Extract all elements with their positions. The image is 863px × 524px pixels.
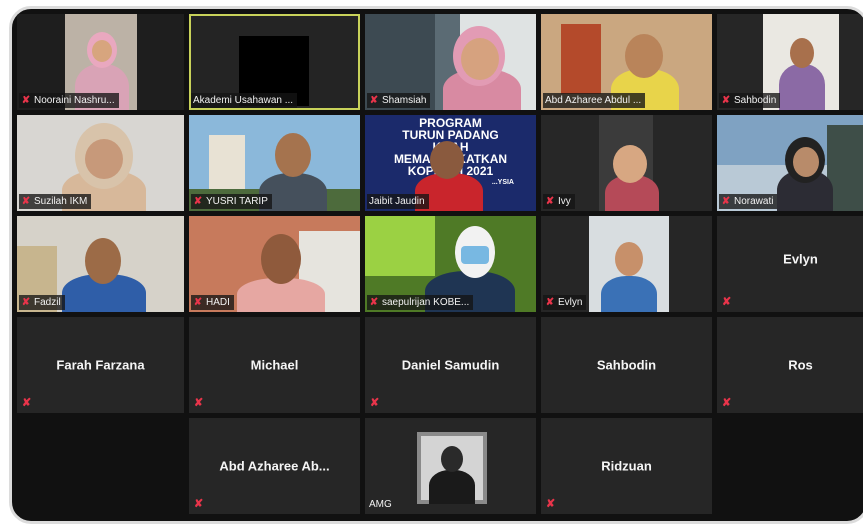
participant-tile[interactable]: ✘ Nooraini Nashru... <box>17 14 184 110</box>
participant-name-label: ✘ Evlyn <box>543 295 587 310</box>
participant-name-label: ✘ Suzilah IKM <box>19 194 92 209</box>
participant-tile-video-off[interactable]: Evlyn ✘ <box>717 216 863 312</box>
participant-tile-video-off[interactable]: Daniel Samudin ✘ <box>365 317 536 413</box>
participant-name-label: ✘ Shamsiah <box>367 93 431 108</box>
microphone-muted-icon: ✘ <box>194 397 204 409</box>
participant-name-label: ✘ Norawati <box>719 194 778 209</box>
participant-name-label: ✘ saepulrijan KOBE... <box>367 295 474 310</box>
participant-tile[interactable]: ✘ Suzilah IKM <box>17 115 184 211</box>
participant-name: Daniel Samudin <box>401 357 500 373</box>
microphone-muted-icon: ✘ <box>722 397 732 409</box>
participant-name-label: Abd Azharee Abdul ... <box>543 93 646 108</box>
microphone-muted-icon: ✘ <box>194 498 204 510</box>
microphone-muted-icon: ✘ <box>193 297 203 308</box>
participant-name: Evlyn <box>783 251 818 267</box>
microphone-muted-icon: ✘ <box>21 196 31 207</box>
participant-name-label: Jaibit Jaudin <box>367 194 429 209</box>
participant-tile[interactable]: ✘ Norawati <box>717 115 863 211</box>
participant-name: Abd Azharee Ab... <box>219 458 330 474</box>
participant-tile[interactable]: ✘ HADI <box>189 216 360 312</box>
microphone-muted-icon: ✘ <box>545 196 555 207</box>
participant-tile-video-off[interactable]: Ridzuan ✘ <box>541 418 712 514</box>
microphone-muted-icon: ✘ <box>722 296 732 308</box>
participant-tile[interactable]: Abd Azharee Abdul ... <box>541 14 712 110</box>
participant-name-label: ✘ Ivy <box>543 194 575 209</box>
microphone-muted-icon: ✘ <box>370 397 380 409</box>
participant-name: Sahbodin <box>596 357 657 373</box>
participant-name: Michael <box>250 357 299 373</box>
microphone-muted-icon: ✘ <box>369 95 379 106</box>
participant-tile[interactable]: ✘ Sahbodin <box>717 14 863 110</box>
microphone-muted-icon: ✘ <box>545 297 555 308</box>
participant-name: Farah Farzana <box>56 357 145 373</box>
participant-tile-video-off[interactable]: Michael ✘ <box>189 317 360 413</box>
participant-name-label: ✘ HADI <box>191 295 234 310</box>
participant-tile-active-speaker[interactable]: Akademi Usahawan ... <box>189 14 360 110</box>
participant-name: Ros <box>788 357 813 373</box>
microphone-muted-icon: ✘ <box>193 196 203 207</box>
participant-tile[interactable]: PROGRAM TURUN PADANG K...AH MEMAS...AKAT… <box>365 115 536 211</box>
participant-tile[interactable]: ✘ Shamsiah <box>365 14 536 110</box>
participant-tile[interactable]: ✘ Ivy <box>541 115 712 211</box>
microphone-muted-icon: ✘ <box>369 297 379 308</box>
participant-name-label: ✘ Fadzil <box>19 295 65 310</box>
participant-name-label: ✘ Sahbodin <box>719 93 781 108</box>
video-gallery: ✘ Nooraini Nashru... Akademi Usahawan ...… <box>9 6 863 524</box>
participant-tile-video-off[interactable]: Farah Farzana ✘ <box>17 317 184 413</box>
participant-tile[interactable]: ✘ YUSRI TARIP <box>189 115 360 211</box>
participant-tile[interactable]: AMG <box>365 418 536 514</box>
participant-tile-video-off[interactable]: Sahbodin <box>541 317 712 413</box>
participant-name-label: Akademi Usahawan ... <box>191 93 298 108</box>
participant-name-label: AMG <box>369 499 392 510</box>
participant-tile[interactable]: ✘ Fadzil <box>17 216 184 312</box>
microphone-muted-icon: ✘ <box>22 397 32 409</box>
participant-tile-video-off[interactable]: Abd Azharee Ab... ✘ <box>189 418 360 514</box>
participant-name-label: ✘ YUSRI TARIP <box>191 194 272 209</box>
participant-tile[interactable]: ✘ saepulrijan KOBE... <box>365 216 536 312</box>
microphone-muted-icon: ✘ <box>546 498 556 510</box>
microphone-muted-icon: ✘ <box>21 95 31 106</box>
microphone-muted-icon: ✘ <box>721 95 731 106</box>
microphone-muted-icon: ✘ <box>21 297 31 308</box>
participant-name: Ridzuan <box>601 458 652 474</box>
participant-tile[interactable]: ✘ Evlyn <box>541 216 712 312</box>
participant-name-label: ✘ Nooraini Nashru... <box>19 93 119 108</box>
microphone-muted-icon: ✘ <box>721 196 731 207</box>
participant-tile-video-off[interactable]: Ros ✘ <box>717 317 863 413</box>
